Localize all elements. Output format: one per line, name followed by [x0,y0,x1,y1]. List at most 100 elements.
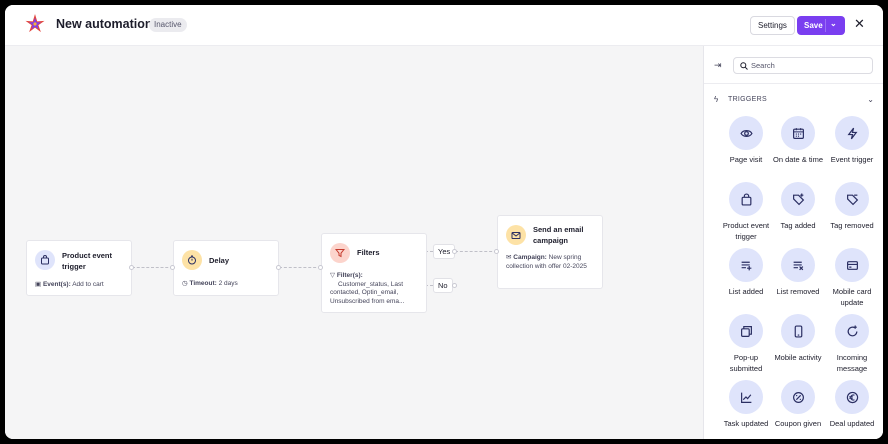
node-input-port[interactable] [494,249,499,254]
node-icon [182,250,202,270]
trigger-label: On date & time [772,155,824,164]
trigger-tile-mobile-activity[interactable]: Mobile activity [771,314,825,363]
list-remove-icon [781,248,815,282]
workflow-canvas[interactable]: Product event trigger ▣ Event(s): Add to… [5,46,703,439]
edge-delay-filters [279,267,321,268]
branch-yes-port[interactable] [452,249,457,254]
app-window: New automation Inactive Settings Save ⌄ … [5,5,883,439]
trigger-label: List added [728,287,764,296]
node-filters[interactable]: Filters ▽ Filter(s): Customer_status, Las… [321,233,427,313]
trigger-tile-tag-removed[interactable]: Tag removed [825,182,879,231]
trigger-tile-on-date-time[interactable]: On date & time [771,116,825,165]
trigger-tile-pop-up-submitted[interactable]: Pop-up submitted [719,314,773,374]
trigger-tile-mobile-card-update[interactable]: Mobile card update [825,248,879,308]
node-meta: ◷ Timeout: 2 days [182,280,238,287]
tag-plus-icon [781,182,815,216]
search-box[interactable] [733,57,873,74]
trigger-label: Pop-up submitted [729,353,763,373]
spark-icon: ϟ [714,95,719,104]
trigger-tile-coupon-given[interactable]: Coupon given [771,380,825,429]
node-output-port[interactable] [129,265,134,270]
node-icon [506,225,526,245]
triggers-section-header[interactable]: ϟ TRIGGERS ⌄ [714,95,874,107]
trigger-tile-list-removed[interactable]: List removed [771,248,825,297]
filter-small-icon: ▽ [330,272,337,279]
popup-icon [729,314,763,348]
trigger-tile-tag-added[interactable]: Tag added [771,182,825,231]
node-meta: ▣ Event(s): Add to cart [35,281,104,288]
trigger-tile-event-trigger[interactable]: Event trigger [825,116,879,165]
save-button-label: Save [804,21,823,30]
trigger-label: Deal updated [829,419,875,428]
list-add-icon [729,248,763,282]
shopping-bag-icon [729,182,763,216]
section-title: TRIGGERS [728,96,767,103]
node-meta: ▽ Filter(s): Customer_status, Last contac… [330,272,405,305]
logo-icon [25,14,45,33]
node-title: Send an email campaign [533,225,584,245]
trigger-label: Tag removed [830,221,874,230]
eye-icon [729,116,763,150]
trigger-label: Coupon given [774,419,822,428]
calendar-icon [781,116,815,150]
settings-button[interactable]: Settings [750,16,795,35]
trigger-label: Event trigger [830,155,874,164]
node-title: Delay [209,256,230,265]
node-icon [35,250,55,270]
trigger-label: Mobile card update [832,287,872,307]
page-title: New automation [56,17,153,31]
trigger-label: Task updated [723,419,769,428]
filter-icon [335,249,345,258]
node-send-email-campaign[interactable]: Send an email campaign ✉ Campaign: New s… [497,215,603,289]
search-icon [740,62,748,70]
panel-divider [704,83,883,84]
shopping-bag-icon [41,255,49,265]
node-title: Product event trigger [62,251,113,271]
collapse-panel-icon[interactable]: ⇥ [714,60,722,71]
search-input[interactable] [751,59,869,72]
node-delay[interactable]: Delay ◷ Timeout: 2 days [173,240,279,296]
trigger-tile-page-visit[interactable]: Page visit [719,116,773,165]
top-bar: New automation Inactive Settings Save ⌄ … [5,5,883,46]
node-meta: ✉ Campaign: New spring collection with o… [506,254,587,270]
trigger-tile-product-event-trigger[interactable]: Product event trigger [719,182,773,242]
trigger-label: List removed [776,287,820,296]
node-input-port[interactable] [318,265,323,270]
euro-icon [835,380,869,414]
close-icon[interactable]: ✕ [854,17,865,31]
status-badge: Inactive [149,18,187,32]
branch-no[interactable]: No [433,278,453,293]
trigger-label: Incoming message [836,353,868,373]
lightning-icon [835,116,869,150]
node-output-port[interactable] [276,265,281,270]
node-icon [330,243,350,263]
chevron-down-icon[interactable]: ⌄ [867,95,874,104]
mobile-icon [781,314,815,348]
card-icon [835,248,869,282]
node-title: Filters [357,248,380,257]
node-input-port[interactable] [170,265,175,270]
trigger-tile-incoming-message[interactable]: Incoming message [825,314,879,374]
email-send-icon [511,232,521,239]
node-product-event-trigger[interactable]: Product event trigger ▣ Event(s): Add to… [26,240,132,296]
trigger-tile-deal-updated[interactable]: Deal updated [825,380,879,429]
coupon-icon [781,380,815,414]
calendar-small-icon: ▣ [35,281,43,288]
trigger-label: Product event trigger [722,221,770,241]
timer-icon [188,255,196,265]
save-button[interactable]: Save ⌄ [797,16,845,35]
branch-no-port[interactable] [452,283,457,288]
edge-trigger-delay [132,267,173,268]
tag-minus-icon [835,182,869,216]
trigger-label: Page visit [729,155,763,164]
message-icon [835,314,869,348]
edge-yes-email [455,251,497,252]
trigger-panel: ⇥ ϟ TRIGGERS ⌄ Page visit On date & time E… [703,46,883,439]
save-divider [825,19,826,32]
trigger-tile-task-updated[interactable]: Task updated [719,380,773,429]
trigger-tile-list-added[interactable]: List added [719,248,773,297]
trigger-label: Mobile activity [774,353,822,362]
trigger-label: Tag added [780,221,816,230]
chart-line-icon [729,380,763,414]
chevron-down-icon[interactable]: ⌄ [830,19,837,28]
